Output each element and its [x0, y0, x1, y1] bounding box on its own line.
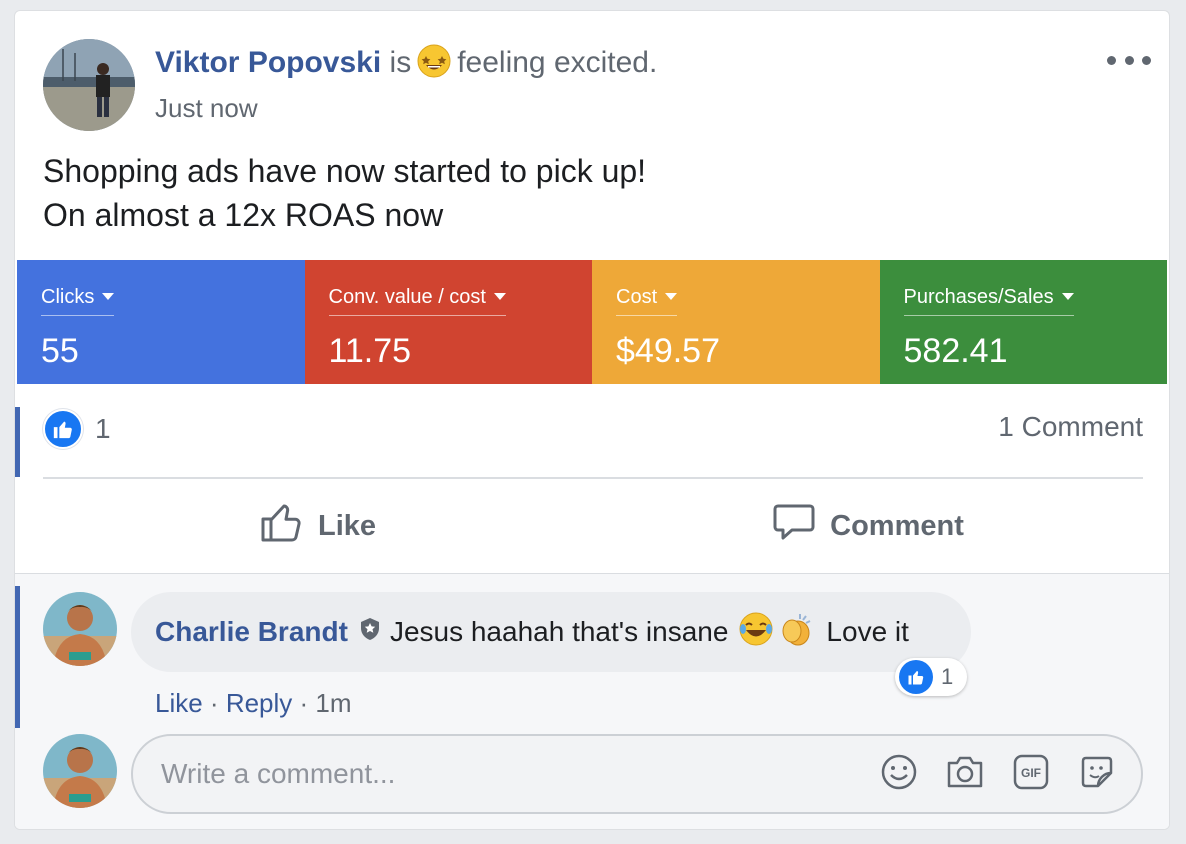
speech-bubble-icon [772, 501, 816, 551]
comment-reaction-summary[interactable]: 1 [895, 658, 967, 696]
feeling-prefix: is [389, 46, 412, 79]
comment-button-label: Comment [830, 509, 964, 542]
like-button[interactable]: Like [43, 479, 593, 573]
caret-down-icon [1061, 293, 1074, 300]
comment-reaction-count: 1 [941, 664, 954, 689]
like-icon [899, 660, 933, 694]
meta-separator: · [202, 688, 226, 718]
gif-icon[interactable]: GIF [1011, 752, 1051, 792]
comment-reply-link[interactable]: Reply [226, 688, 292, 718]
meta-separator: · [292, 688, 316, 718]
post-card: Viktor Popovski is feeling excited. Just … [14, 10, 1170, 830]
comment-indicator [15, 586, 20, 728]
current-user-avatar [43, 734, 117, 808]
metric-clicks: Clicks 55 [17, 260, 305, 384]
sticker-icon[interactable] [1077, 752, 1117, 792]
focus-indicator [15, 407, 20, 477]
metric-label[interactable]: Cost [616, 286, 678, 316]
reactions-bar: 1 1 Comment [15, 407, 1169, 479]
thumbs-up-outline-icon [260, 501, 304, 551]
post-timestamp[interactable]: Just now [155, 93, 258, 124]
metric-purchases-sales: Purchases/Sales 582.41 [879, 260, 1167, 384]
comment-time[interactable]: 1m [315, 688, 351, 718]
camera-icon[interactable] [945, 752, 985, 792]
smiley-icon[interactable] [879, 752, 919, 792]
post-text: Shopping ads have now started to pick up… [43, 149, 646, 237]
svg-text:GIF: GIF [1021, 766, 1041, 780]
metric-value: 582.41 [903, 332, 1008, 370]
comment-text: Jesus haahah that's insane [389, 616, 729, 647]
comment-input[interactable] [161, 736, 861, 812]
comment-bubble: Charlie Brandt Jesus haahah that's insan… [131, 592, 971, 672]
comment-count[interactable]: 1 Comment [998, 411, 1143, 443]
metric-conv-value-cost: Conv. value / cost 11.75 [304, 260, 592, 384]
caret-down-icon [493, 293, 506, 300]
author-line: Viktor Popovski is feeling excited. [155, 43, 657, 89]
metrics-image: Clicks 55 Conv. value / cost 11.75 Cost … [17, 260, 1167, 384]
caret-down-icon [665, 293, 678, 300]
composer-icons: GIF [879, 752, 1117, 792]
caret-down-icon [102, 293, 115, 300]
metric-label[interactable]: Conv. value / cost [328, 286, 506, 316]
clapping-emoji-icon [778, 611, 814, 654]
star-struck-emoji-icon [417, 44, 451, 89]
commenter-name[interactable]: Charlie Brandt [155, 616, 348, 648]
laughing-emoji-icon [738, 611, 774, 654]
like-icon[interactable] [43, 409, 83, 449]
comment-text-end: Love it [826, 616, 909, 647]
feeling-text: feeling excited. [457, 46, 658, 79]
commenter-avatar[interactable] [43, 592, 117, 666]
comment-composer: GIF [131, 734, 1143, 814]
post-actions: Like Comment [43, 479, 1143, 573]
post-text-line-2: On almost a 12x ROAS now [43, 197, 444, 233]
metric-value: $49.57 [616, 332, 720, 370]
metric-value: 11.75 [328, 332, 412, 370]
shield-badge-icon [358, 616, 382, 648]
comment-meta: Like · Reply · 1m [155, 688, 352, 719]
metric-label[interactable]: Purchases/Sales [903, 286, 1074, 316]
like-button-label: Like [317, 509, 377, 542]
metric-label[interactable]: Clicks [41, 286, 115, 316]
author-name[interactable]: Viktor Popovski [155, 46, 381, 79]
comment-button[interactable]: Comment [593, 479, 1143, 573]
author-avatar[interactable] [43, 39, 135, 131]
comment-like-link[interactable]: Like [155, 688, 203, 718]
metric-cost: Cost $49.57 [592, 260, 880, 384]
post-header: Viktor Popovski is feeling excited. Just … [43, 39, 1151, 133]
like-count[interactable]: 1 [95, 413, 111, 445]
post-text-line-1: Shopping ads have now started to pick up… [43, 153, 647, 189]
comments-section: Charlie Brandt Jesus haahah that's insan… [15, 573, 1169, 829]
more-icon[interactable] [1107, 49, 1151, 71]
metric-value: 55 [41, 332, 79, 370]
